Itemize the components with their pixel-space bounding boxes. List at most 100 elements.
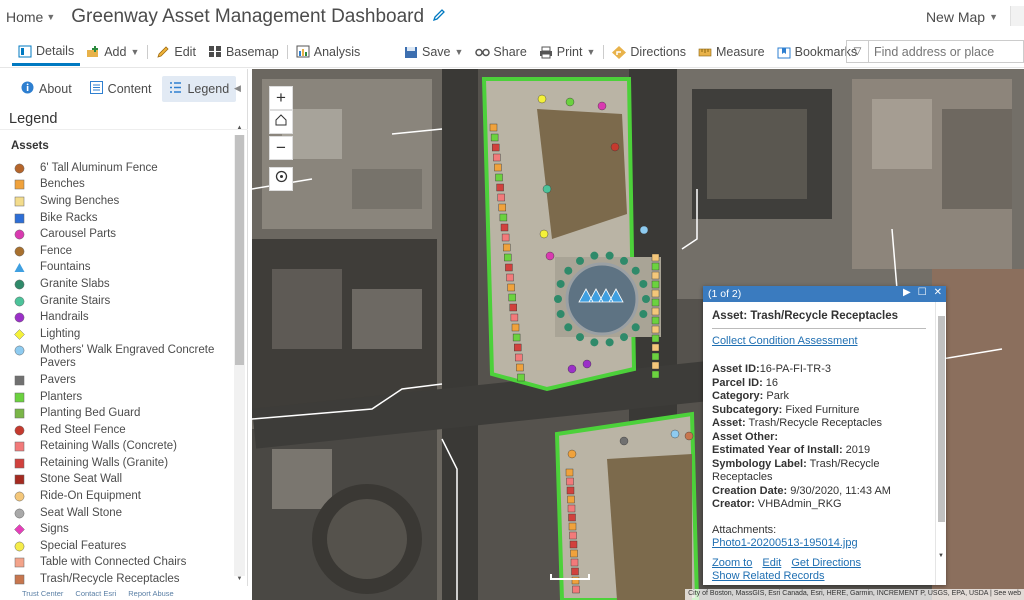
asset-marker[interactable] [651,280,660,289]
scroll-down-arrow[interactable]: ▼ [938,553,944,559]
asset-marker[interactable] [670,429,680,439]
legend-scrollbar[interactable]: ▲ ▼ [234,125,245,582]
asset-marker[interactable] [590,338,599,347]
basemap-button[interactable]: Basemap [202,39,285,65]
asset-marker[interactable] [582,359,592,369]
legend-scroll-area[interactable]: Assets 6' Tall Aluminum Fence Benches Swin… [0,129,248,599]
asset-marker[interactable] [494,163,502,172]
asset-marker[interactable] [631,323,640,332]
asset-marker[interactable] [565,97,575,107]
search-input[interactable] [869,44,1019,59]
asset-marker[interactable] [651,271,660,280]
asset-marker[interactable] [501,233,510,242]
asset-marker[interactable] [510,313,519,322]
attachment-link[interactable]: Photo1-20200513-195014.jpg [712,537,926,551]
asset-marker[interactable] [651,262,660,271]
asset-marker[interactable] [539,229,549,239]
asset-marker[interactable] [568,522,577,531]
asset-marker[interactable] [651,361,660,370]
asset-marker[interactable] [605,251,614,260]
asset-marker[interactable] [491,143,500,152]
asset-marker[interactable] [565,468,574,477]
tab-about[interactable]: About [14,76,79,102]
asset-marker[interactable] [512,333,521,342]
asset-marker[interactable] [651,325,660,334]
asset-marker[interactable] [651,316,660,325]
zoom-to-link[interactable]: Zoom to [712,557,752,569]
asset-marker[interactable] [651,352,660,361]
asset-marker[interactable] [567,364,577,374]
report-abuse-link[interactable]: Report Abuse [128,589,173,598]
zoom-in-button[interactable]: + [269,86,293,110]
asset-marker[interactable] [567,504,576,513]
asset-marker[interactable] [554,295,562,303]
save-button[interactable]: Save ▼ [398,39,469,65]
asset-marker[interactable] [605,338,614,347]
scrollbar-thumb[interactable] [938,316,945,522]
collect-condition-assessment-link[interactable]: Collect Condition Assessment [712,335,926,347]
asset-marker[interactable] [567,495,575,504]
asset-marker[interactable] [502,243,511,252]
analysis-button[interactable]: Analysis [290,39,367,65]
asset-marker[interactable] [545,251,555,261]
asset-marker[interactable] [651,370,660,379]
asset-marker[interactable] [566,486,575,495]
add-button[interactable]: Add ▼ [80,39,145,65]
asset-marker[interactable] [651,289,660,298]
edit-button[interactable]: Edit [150,39,202,65]
asset-marker[interactable] [495,173,503,182]
asset-marker[interactable] [572,585,580,594]
tab-legend[interactable]: Legend [162,76,237,102]
asset-marker[interactable] [537,94,547,104]
scroll-up-arrow[interactable]: ▲ [234,125,245,135]
asset-marker[interactable] [570,558,579,567]
directions-button[interactable]: Directions [606,39,692,65]
trust-center-link[interactable]: Trust Center [22,589,63,598]
asset-marker[interactable] [610,142,620,152]
asset-marker[interactable] [620,256,628,265]
asset-marker[interactable] [651,334,660,343]
asset-marker[interactable] [564,323,573,332]
default-extent-button[interactable] [269,110,293,134]
scroll-down-arrow[interactable]: ▼ [234,576,245,586]
zoom-out-button[interactable]: − [269,136,293,160]
get-directions-link[interactable]: Get Directions [791,557,861,569]
asset-marker[interactable] [569,540,578,549]
tab-content[interactable]: Content [83,76,159,102]
asset-marker[interactable] [509,303,517,312]
asset-marker[interactable] [499,213,508,222]
asset-marker[interactable] [619,436,629,446]
details-button[interactable]: Details [12,38,81,66]
print-button[interactable]: Print ▼ [533,39,602,65]
asset-marker[interactable] [567,449,577,459]
asset-marker[interactable] [500,223,509,232]
asset-marker[interactable] [504,253,512,262]
asset-marker[interactable] [651,343,660,352]
asset-marker[interactable] [597,101,607,111]
asset-marker[interactable] [490,133,499,142]
asset-marker[interactable] [489,123,498,132]
asset-marker[interactable] [496,183,504,192]
asset-marker[interactable] [506,273,514,282]
asset-marker[interactable] [639,310,648,319]
asset-marker[interactable] [570,549,578,558]
asset-marker[interactable] [564,266,573,275]
asset-marker[interactable] [517,373,525,382]
asset-marker[interactable] [642,295,650,303]
asset-marker[interactable] [507,283,515,292]
asset-marker[interactable] [569,531,577,540]
new-map-menu[interactable]: New Map ▼ [926,9,998,25]
popup-scrollbar[interactable]: ▼ [935,302,946,585]
edit-feature-link[interactable]: Edit [762,557,781,569]
asset-marker[interactable] [576,256,584,265]
share-button[interactable]: Share [469,39,532,65]
locate-button[interactable] [269,167,293,191]
asset-marker[interactable] [498,203,507,212]
show-related-records-link[interactable]: Show Related Records [712,570,825,582]
asset-marker[interactable] [568,513,576,522]
close-icon[interactable]: ✕ [934,287,942,298]
asset-marker[interactable] [651,253,660,262]
pencil-icon[interactable] [432,8,446,27]
asset-marker[interactable] [631,266,640,275]
asset-marker[interactable] [511,323,520,332]
